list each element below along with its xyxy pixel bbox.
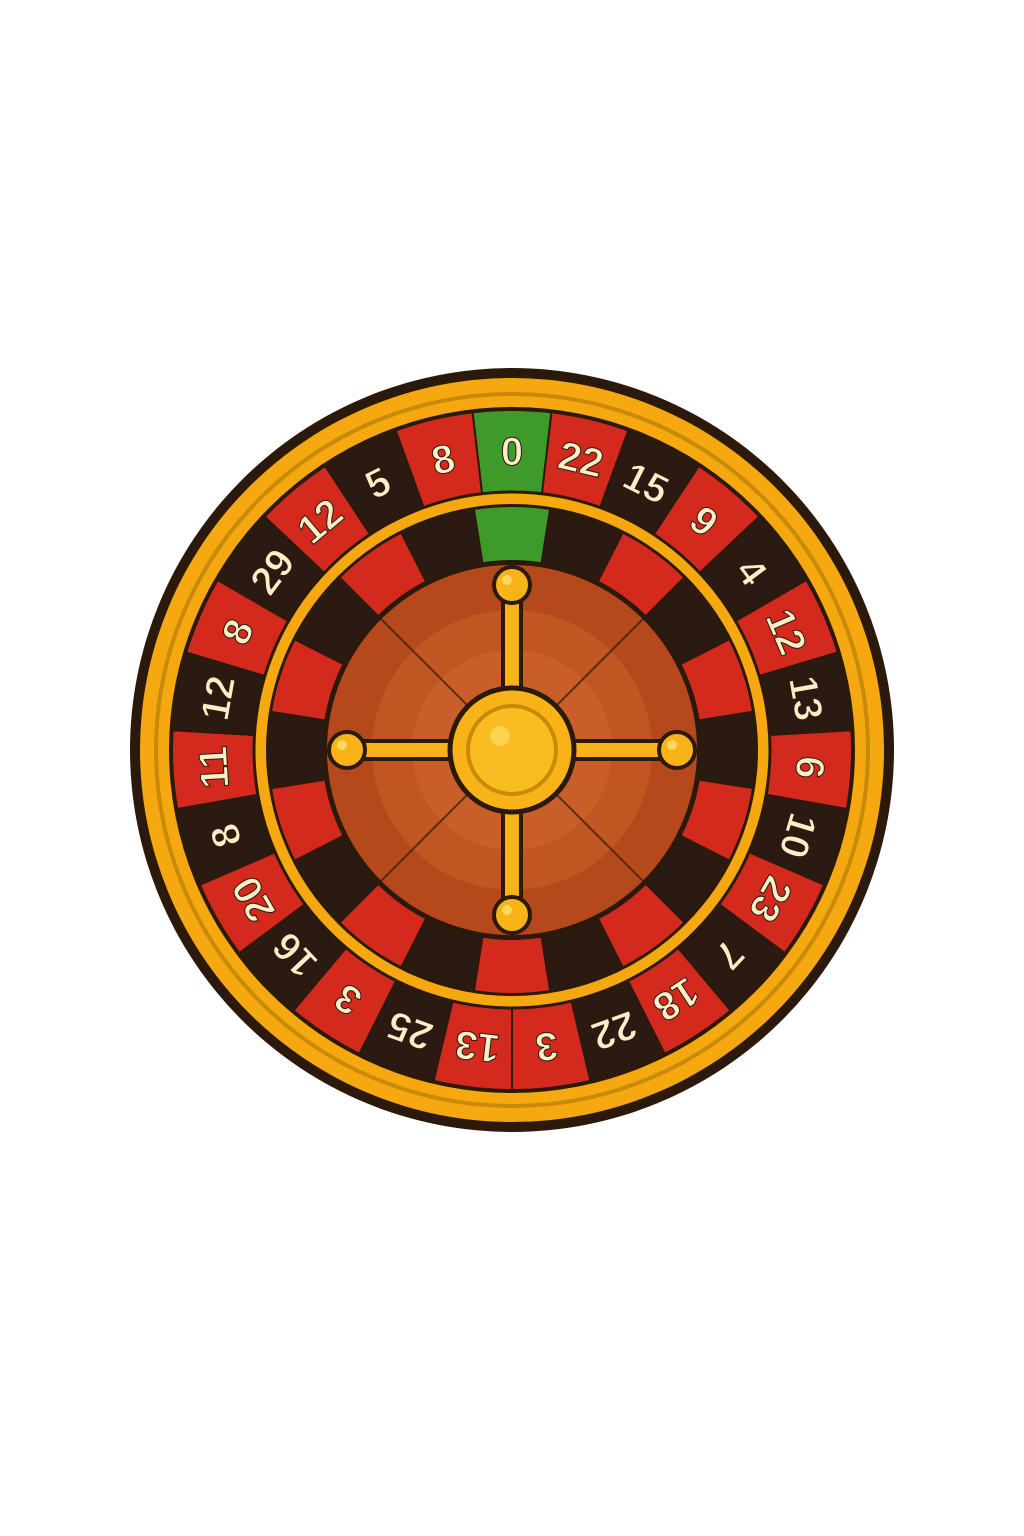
hub-highlight	[490, 726, 510, 746]
pocket-number-label: 6	[787, 755, 832, 780]
turret-knob	[492, 565, 532, 605]
roulette-wheel[interactable]: 0 22 1594121361023718223132531620811128291…	[0, 0, 1024, 1536]
ball-pocket	[267, 710, 330, 790]
turret-knob-highlight	[502, 905, 512, 915]
hub-inner	[466, 704, 558, 796]
roulette-scene: 0 22 15 9 4 12 13 6 10 23 7 18 22 3 13 25 3 16 20 8 11 12 8 29 1…	[0, 0, 1024, 1536]
ball-pocket	[472, 932, 552, 995]
ball-pocket	[694, 710, 757, 790]
turret-knob-highlight	[502, 575, 512, 585]
pocket-number-label: 13	[453, 1022, 502, 1071]
pocket-number-label: 13	[780, 673, 831, 724]
turret-knob	[657, 730, 697, 770]
pocket-number-label: 12	[193, 673, 244, 724]
turret-knob-highlight	[667, 740, 677, 750]
turret-knob	[492, 895, 532, 935]
pocket-number-label: 0	[501, 430, 523, 474]
turret-knob-highlight	[337, 740, 347, 750]
turret-knob	[327, 730, 367, 770]
pocket-number-label: 11	[191, 745, 237, 790]
ball-pocket	[472, 505, 552, 568]
